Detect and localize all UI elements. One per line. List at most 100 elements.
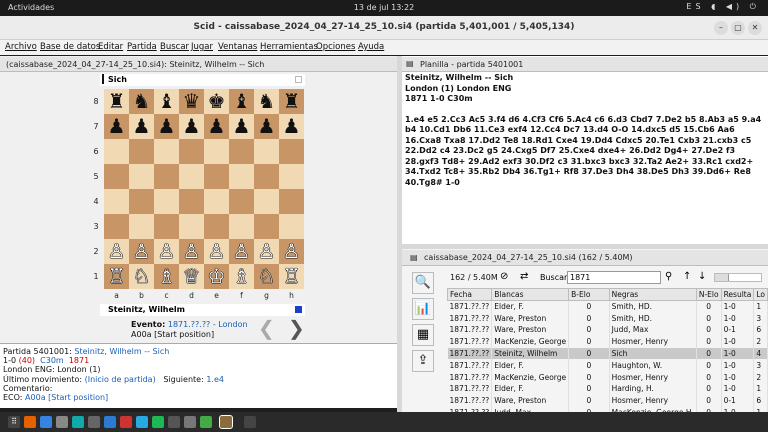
board-square-d5[interactable]: [179, 164, 204, 189]
board-square-f5[interactable]: [229, 164, 254, 189]
software-icon[interactable]: [72, 416, 84, 428]
search-board-icon[interactable]: 🔍: [412, 272, 434, 294]
app-icon-green[interactable]: [200, 416, 212, 428]
chess-piece-h7[interactable]: ♟: [279, 114, 304, 139]
chess-piece-c8[interactable]: ♝: [154, 89, 179, 114]
col-blancas[interactable]: Blancas: [491, 288, 570, 301]
prev-move-button[interactable]: ❮: [258, 316, 275, 340]
board-square-f3[interactable]: [229, 214, 254, 239]
chess-piece-a7[interactable]: ♟: [104, 114, 129, 139]
app-grid-icon[interactable]: ⠿: [8, 416, 20, 428]
board-square-d3[interactable]: [179, 214, 204, 239]
chess-piece-f7[interactable]: ♟: [229, 114, 254, 139]
table-row[interactable]: 1871.??.?? Ware, Preston 0 Hosmer, Henry 0 0-…: [447, 394, 768, 407]
info-eco-value[interactable]: A00a [Start position]: [25, 393, 108, 402]
menu-jugar[interactable]: Jugar: [191, 42, 213, 52]
chess-piece-g8[interactable]: ♞: [254, 89, 279, 114]
board-icon[interactable]: ▦: [412, 324, 434, 346]
clear-filter-icon[interactable]: ⊘: [500, 271, 508, 282]
info-eco-link[interactable]: C30m: [40, 356, 64, 365]
search-icon[interactable]: ⚲: [665, 271, 672, 282]
thunderbird-icon[interactable]: [40, 416, 52, 428]
files-icon[interactable]: [56, 416, 68, 428]
chess-piece-d8[interactable]: ♛: [179, 89, 204, 114]
board-square-g5[interactable]: [254, 164, 279, 189]
board-square-c5[interactable]: [154, 164, 179, 189]
event-link[interactable]: 1871.??.?? - London: [168, 320, 248, 329]
chess-piece-e8[interactable]: ♚: [204, 89, 229, 114]
menu-herramientas[interactable]: Herramientas: [260, 42, 318, 52]
chess-piece-h2[interactable]: ♙: [279, 239, 304, 264]
minimize-button[interactable]: –: [714, 21, 728, 35]
board-square-d4[interactable]: [179, 189, 204, 214]
notation-tab-label[interactable]: Planilla - partida 5401001: [420, 60, 523, 69]
chess-piece-a2[interactable]: ♙: [104, 239, 129, 264]
chess-board[interactable]: ♜ ♞ ♝ ♛ ♚ ♝ ♞ ♜ ♟ ♟ ♟ ♟ ♟ ♟ ♟ ♟ ♙ ♙ ♙ ♙ ♙ ♙ ♙ ♙ ♖ ♘ ♗ ♕ ♔ ♗ ♘ ♖: [104, 89, 304, 289]
info-next-move[interactable]: 1.e4: [206, 375, 224, 384]
chess-piece-f8[interactable]: ♝: [229, 89, 254, 114]
menu-partida[interactable]: Partida: [127, 42, 157, 52]
list-tab-label[interactable]: caissabase_2024_04_27-14_25_10.si4 (162 …: [424, 253, 633, 262]
col-resultado[interactable]: Resulta: [720, 288, 755, 301]
table-row[interactable]: 1871.??.?? Elder, F. 0 Haughton, W. 0 1-0 3: [447, 359, 768, 372]
telegram-icon[interactable]: [136, 416, 148, 428]
table-row[interactable]: 1871.??.?? Elder, F. 0 Harding, H. 0 1-0 1: [447, 383, 768, 395]
app-icon-gray-2[interactable]: [184, 416, 196, 428]
board-square-g6[interactable]: [254, 139, 279, 164]
board-square-h3[interactable]: [279, 214, 304, 239]
board-square-a3[interactable]: [104, 214, 129, 239]
chess-piece-c2[interactable]: ♙: [154, 239, 179, 264]
col-n-elo[interactable]: N-Elo: [695, 288, 722, 301]
board-square-d6[interactable]: [179, 139, 204, 164]
board-square-f4[interactable]: [229, 189, 254, 214]
chess-piece-a1[interactable]: ♖: [104, 264, 129, 289]
menu-opciones[interactable]: Opciones: [316, 42, 355, 52]
notation-moves[interactable]: 1.e4 e5 2.Cc3 Ac5 3.f4 d6 4.Cf3 Cf6 5.Ac…: [405, 115, 763, 189]
chess-piece-g1[interactable]: ♘: [254, 264, 279, 289]
board-square-a6[interactable]: [104, 139, 129, 164]
board-square-c4[interactable]: [154, 189, 179, 214]
terminal-icon[interactable]: [88, 416, 100, 428]
info-last-move[interactable]: (Inicio de partida): [85, 375, 156, 384]
col-longitud[interactable]: Lo: [753, 288, 768, 301]
chess-piece-b1[interactable]: ♘: [129, 264, 154, 289]
board-square-c3[interactable]: [154, 214, 179, 239]
vscode-icon[interactable]: [104, 416, 116, 428]
chess-piece-h1[interactable]: ♖: [279, 264, 304, 289]
board-square-b5[interactable]: [129, 164, 154, 189]
col-b-elo[interactable]: B-Elo: [568, 288, 610, 301]
list-slider[interactable]: [714, 273, 762, 282]
board-square-h5[interactable]: [279, 164, 304, 189]
board-square-e6[interactable]: [204, 139, 229, 164]
table-row[interactable]: 1871.??.?? Ware, Preston 0 Judd, Max 0 0-1 6: [447, 324, 768, 336]
board-square-b4[interactable]: [129, 189, 154, 214]
chess-piece-f2[interactable]: ♙: [229, 239, 254, 264]
search-input[interactable]: 1871: [567, 271, 661, 284]
board-square-b3[interactable]: [129, 214, 154, 239]
chess-piece-g7[interactable]: ♟: [254, 114, 279, 139]
scid-icon[interactable]: [219, 415, 233, 429]
table-row[interactable]: 1871.??.?? Ware, Preston 0 Smith, HD. 0 1-0 3: [447, 312, 768, 325]
info-players-link[interactable]: Steinitz, Wilhelm -- Sich: [74, 347, 169, 356]
chess-piece-b7[interactable]: ♟: [129, 114, 154, 139]
table-row[interactable]: 1871.??.?? Elder, F. 0 Smith, HD. 0 1-0 1: [447, 300, 768, 313]
board-square-h6[interactable]: [279, 139, 304, 164]
close-button[interactable]: ✕: [748, 21, 762, 35]
board-square-a4[interactable]: [104, 189, 129, 214]
chess-piece-h8[interactable]: ♜: [279, 89, 304, 114]
board-square-g4[interactable]: [254, 189, 279, 214]
maximize-button[interactable]: ▢: [731, 21, 745, 35]
chess-piece-d1[interactable]: ♕: [179, 264, 204, 289]
board-square-b6[interactable]: [129, 139, 154, 164]
clock[interactable]: 13 de jul 13:22: [0, 3, 768, 12]
col-fecha[interactable]: Fecha: [446, 288, 493, 301]
next-move-button[interactable]: ❯: [288, 316, 305, 340]
board-square-h4[interactable]: [279, 189, 304, 214]
import-icon[interactable]: ⇪: [412, 350, 434, 372]
board-square-e3[interactable]: [204, 214, 229, 239]
menu-ventanas[interactable]: Ventanas: [218, 42, 257, 52]
app-icon-red[interactable]: [120, 416, 132, 428]
arrow-up-icon[interactable]: ↑: [683, 271, 691, 282]
firefox-icon[interactable]: [24, 416, 36, 428]
table-row[interactable]: 1871.??.?? MacKenzie, George 0 Hosmer, Henr…: [447, 371, 768, 384]
